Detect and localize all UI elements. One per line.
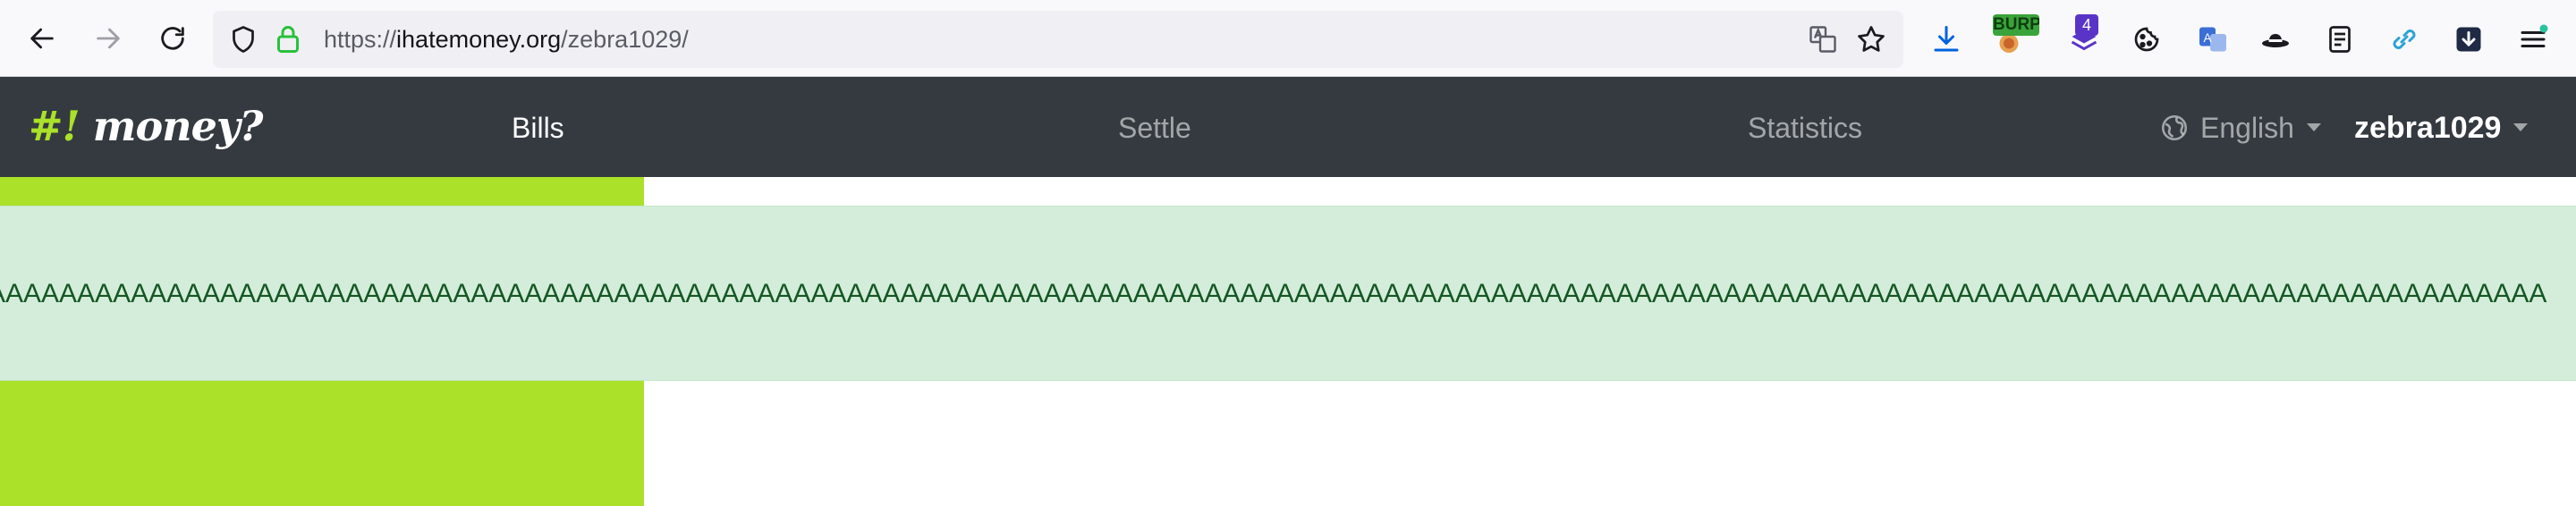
user-dropdown[interactable]: zebra1029	[2354, 110, 2529, 146]
reload-button[interactable]	[150, 16, 195, 61]
download-helper-button[interactable]	[2451, 21, 2487, 57]
burp-badge: BURP	[1993, 14, 2039, 36]
download-box-icon	[2456, 27, 2481, 52]
hamburger-menu-icon	[2521, 24, 2548, 47]
url-prefix: https://	[324, 26, 397, 53]
language-caret-icon	[2306, 123, 2321, 132]
user-caret-icon	[2513, 122, 2529, 131]
hat-extension-button[interactable]	[2258, 21, 2293, 57]
arrow-right-icon	[97, 28, 120, 49]
reader-view-button[interactable]	[2322, 21, 2358, 57]
language-label: English	[2200, 112, 2294, 144]
translator-extension-button[interactable]: A	[2195, 21, 2231, 57]
globe-icon	[2161, 114, 2188, 141]
nav-statistics[interactable]: Statistics	[1748, 111, 1862, 145]
translate-icon[interactable]	[1807, 23, 1839, 55]
nav-settle[interactable]: Settle	[1118, 111, 1191, 145]
url-domain: ihatemoney.org	[396, 26, 562, 53]
tracking-shield-icon[interactable]	[227, 23, 259, 55]
forward-button[interactable]	[86, 16, 131, 61]
cookie-extension-button[interactable]	[2129, 21, 2165, 57]
download-icon	[1934, 26, 1959, 52]
brand-logo[interactable]: #! money?	[29, 102, 264, 150]
arrow-left-icon	[30, 28, 54, 49]
extension-count-badge: 4	[2075, 14, 2098, 36]
brand-hash: #!	[29, 102, 80, 150]
nav-bills[interactable]: Bills	[512, 111, 564, 145]
flash-alert: AAAAAAAAAAAAAAAAAAAAAAAAAAAAAAAAAAAAAAAA…	[0, 206, 2576, 381]
app-navbar: #! money? Bills Settle Statistics Englis…	[0, 77, 2576, 177]
user-label: zebra1029	[2354, 111, 2502, 145]
url-text[interactable]: https://ihatemoney.org/zebra1029/	[324, 25, 689, 54]
svg-text:A: A	[2204, 31, 2212, 45]
bookmark-star-icon[interactable]	[1855, 23, 1887, 55]
link-icon	[2393, 30, 2416, 49]
app-menu-button[interactable]	[2515, 21, 2551, 57]
url-path: /zebra1029/	[561, 26, 689, 53]
lock-icon[interactable]	[272, 23, 304, 55]
downloads-button[interactable]	[1928, 21, 1964, 57]
back-button[interactable]	[20, 16, 64, 61]
hat-icon	[2262, 34, 2289, 47]
cookie-icon	[2134, 27, 2159, 52]
document-icon	[2329, 26, 2351, 53]
link-extension-button[interactable]	[2386, 21, 2422, 57]
address-bar[interactable]: https://ihatemoney.org/zebra1029/	[213, 11, 1903, 68]
language-dropdown[interactable]: English	[2200, 111, 2321, 145]
translate-extension-icon: A	[2199, 27, 2226, 52]
brand-word: money?	[79, 102, 264, 150]
browser-toolbar: https://ihatemoney.org/zebra1029/ BURP 4…	[0, 0, 2576, 77]
alert-message: AAAAAAAAAAAAAAAAAAAAAAAAAAAAAAAAAAAAAAAA…	[0, 279, 2547, 308]
reload-icon	[161, 27, 184, 50]
